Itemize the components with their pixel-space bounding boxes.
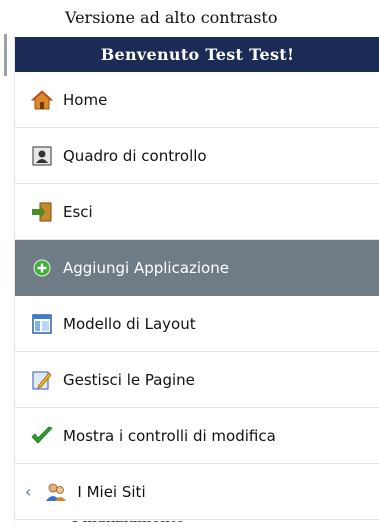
menu-item-layout-template[interactable]: Modello di Layout [15, 296, 379, 352]
chevron-left-icon[interactable]: ‹ [25, 482, 31, 501]
menu-item-my-sites[interactable]: ‹ I Miei Siti [15, 464, 379, 520]
menu-item-label: Quadro di controllo [63, 146, 207, 165]
edit-pages-icon [31, 369, 53, 391]
dashboard-icon [31, 145, 53, 167]
welcome-header: Benvenuto Test Test! [15, 37, 379, 72]
layout-icon [31, 313, 53, 335]
menu-item-label: Home [63, 90, 108, 109]
left-divider [4, 34, 7, 76]
exit-door-icon [31, 201, 53, 223]
menu-item-label: Esci [63, 202, 93, 221]
menu-item-label: Gestisci le Pagine [63, 370, 195, 389]
high-contrast-link[interactable]: Versione ad alto contrasto [0, 0, 379, 36]
menu-item-show-edit-controls[interactable]: Mostra i controlli di modifica [15, 408, 379, 464]
menu-item-exit[interactable]: Esci [15, 184, 379, 240]
dock-menu: Benvenuto Test Test! Home Quadro di cont… [14, 37, 379, 521]
menu-item-label: Modello di Layout [63, 314, 196, 333]
users-icon [45, 481, 67, 503]
menu-item-dashboard[interactable]: Quadro di controllo [15, 128, 379, 184]
menu-item-label: Mostra i controlli di modifica [63, 426, 276, 445]
menu-item-manage-pages[interactable]: Gestisci le Pagine [15, 352, 379, 408]
home-icon [31, 89, 53, 111]
add-circle-icon [31, 257, 53, 279]
menu-item-label: Aggiungi Applicazione [63, 258, 229, 277]
checkmark-icon [31, 425, 53, 447]
menu-item-label: I Miei Siti [77, 482, 146, 501]
menu-item-add-application[interactable]: Aggiungi Applicazione [15, 240, 379, 296]
menu-item-home[interactable]: Home [15, 72, 379, 128]
